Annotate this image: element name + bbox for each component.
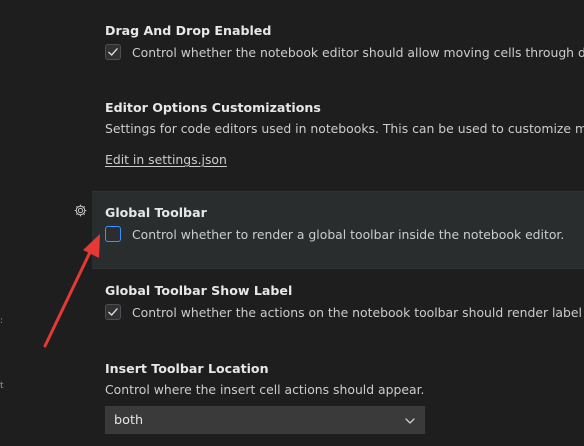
setting-description: Control whether the actions on the noteb…: [132, 304, 584, 320]
setting-description: Settings for code editors used in notebo…: [105, 121, 584, 136]
setting-description: Control whether to render a global toolb…: [132, 226, 565, 242]
select-value: both: [114, 412, 144, 428]
gear-icon[interactable]: [72, 202, 88, 218]
setting-editor-options: Editor Options Customizations Settings f…: [92, 82, 584, 190]
insert-toolbar-location-select[interactable]: both: [105, 406, 425, 434]
chevron-down-icon: [405, 418, 415, 424]
setting-title: Global Toolbar Show Label: [105, 283, 293, 298]
left-panel-mark: t: [0, 381, 4, 391]
setting-global-toolbar-show-label: Global Toolbar Show Label Control whethe…: [92, 268, 584, 348]
show-label-checkbox[interactable]: [105, 304, 121, 320]
check-icon: [108, 308, 118, 316]
global-toolbar-checkbox[interactable]: [105, 226, 121, 242]
setting-global-toolbar: Global Toolbar Control whether to render…: [92, 191, 584, 269]
setting-title: Global Toolbar: [105, 205, 207, 220]
setting-title: Editor Options Customizations: [105, 100, 321, 115]
edit-settings-json-link[interactable]: Edit in settings.json: [105, 152, 227, 167]
setting-row: Control whether the actions on the noteb…: [105, 303, 584, 321]
drag-drop-checkbox[interactable]: [105, 44, 121, 60]
setting-title: Drag And Drop Enabled: [105, 23, 272, 38]
setting-drag-and-drop: Drag And Drop Enabled Control whether th…: [92, 0, 584, 82]
settings-page: : t Drag And Drop Enabled Control whethe…: [0, 0, 584, 446]
setting-row: Control whether to render a global toolb…: [105, 225, 564, 243]
setting-title: Insert Toolbar Location: [105, 361, 269, 376]
setting-row: Control whether the notebook editor shou…: [105, 43, 584, 61]
check-icon: [108, 48, 118, 56]
setting-description: Control whether the notebook editor shou…: [132, 44, 584, 60]
left-panel-mark: :: [0, 316, 4, 326]
setting-description: Control where the insert cell actions sh…: [105, 382, 425, 397]
